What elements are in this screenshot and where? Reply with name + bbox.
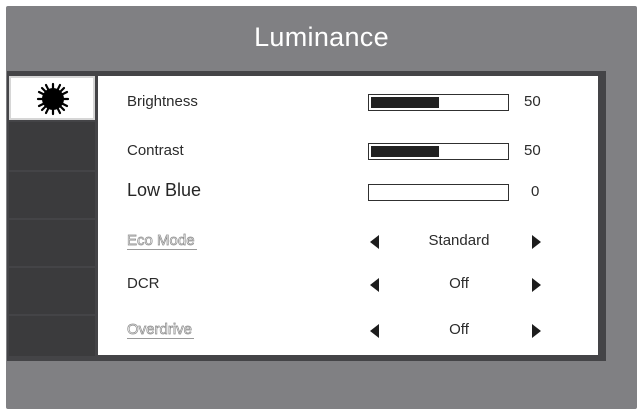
tab-2[interactable] xyxy=(9,122,95,170)
osd-window: Luminance Brightness 50 Contrast 50 Low … xyxy=(6,6,637,409)
dcr-row[interactable]: DCR Off xyxy=(98,262,598,306)
contrast-slider[interactable] xyxy=(368,143,509,160)
brightness-value: 50 xyxy=(524,93,541,110)
tab-5[interactable] xyxy=(9,268,95,314)
eco-mode-left-arrow-icon[interactable] xyxy=(370,235,379,249)
brightness-row[interactable]: Brightness 50 xyxy=(98,80,598,124)
osd-frame: Brightness 50 Contrast 50 Low Blue 0 Eco… xyxy=(7,71,606,361)
brightness-slider[interactable] xyxy=(368,94,509,111)
low-blue-label: Low Blue xyxy=(127,180,202,200)
osd-title: Luminance xyxy=(254,22,389,52)
contrast-row[interactable]: Contrast 50 xyxy=(98,129,598,173)
overdrive-value: Off xyxy=(449,321,469,338)
contrast-label: Contrast xyxy=(127,142,184,159)
tab-3[interactable] xyxy=(9,172,95,218)
brightness-slider-fill xyxy=(371,97,439,108)
low-blue-slider[interactable] xyxy=(368,184,509,201)
eco-mode-row[interactable]: Eco Mode Standard xyxy=(98,219,598,263)
settings-panel: Brightness 50 Contrast 50 Low Blue 0 Eco… xyxy=(98,76,598,355)
sun-icon xyxy=(36,82,70,116)
tab-4[interactable] xyxy=(9,220,95,266)
overdrive-right-arrow-icon[interactable] xyxy=(532,324,541,338)
contrast-slider-fill xyxy=(371,146,439,157)
eco-mode-label: Eco Mode xyxy=(127,232,197,250)
low-blue-row[interactable]: Low Blue 0 xyxy=(98,170,598,214)
overdrive-left-arrow-icon[interactable] xyxy=(370,324,379,338)
eco-mode-right-arrow-icon[interactable] xyxy=(532,235,541,249)
overdrive-row[interactable]: Overdrive Off xyxy=(98,308,598,352)
eco-mode-value: Standard xyxy=(428,232,490,249)
dcr-value: Off xyxy=(449,275,469,292)
dcr-label: DCR xyxy=(127,275,160,292)
low-blue-value: 0 xyxy=(531,183,540,200)
tab-6[interactable] xyxy=(9,316,95,356)
tab-luminance[interactable] xyxy=(9,76,95,120)
dcr-left-arrow-icon[interactable] xyxy=(370,278,379,292)
dcr-right-arrow-icon[interactable] xyxy=(532,278,541,292)
contrast-value: 50 xyxy=(524,142,541,159)
brightness-label: Brightness xyxy=(127,93,198,110)
overdrive-label: Overdrive xyxy=(127,321,195,339)
